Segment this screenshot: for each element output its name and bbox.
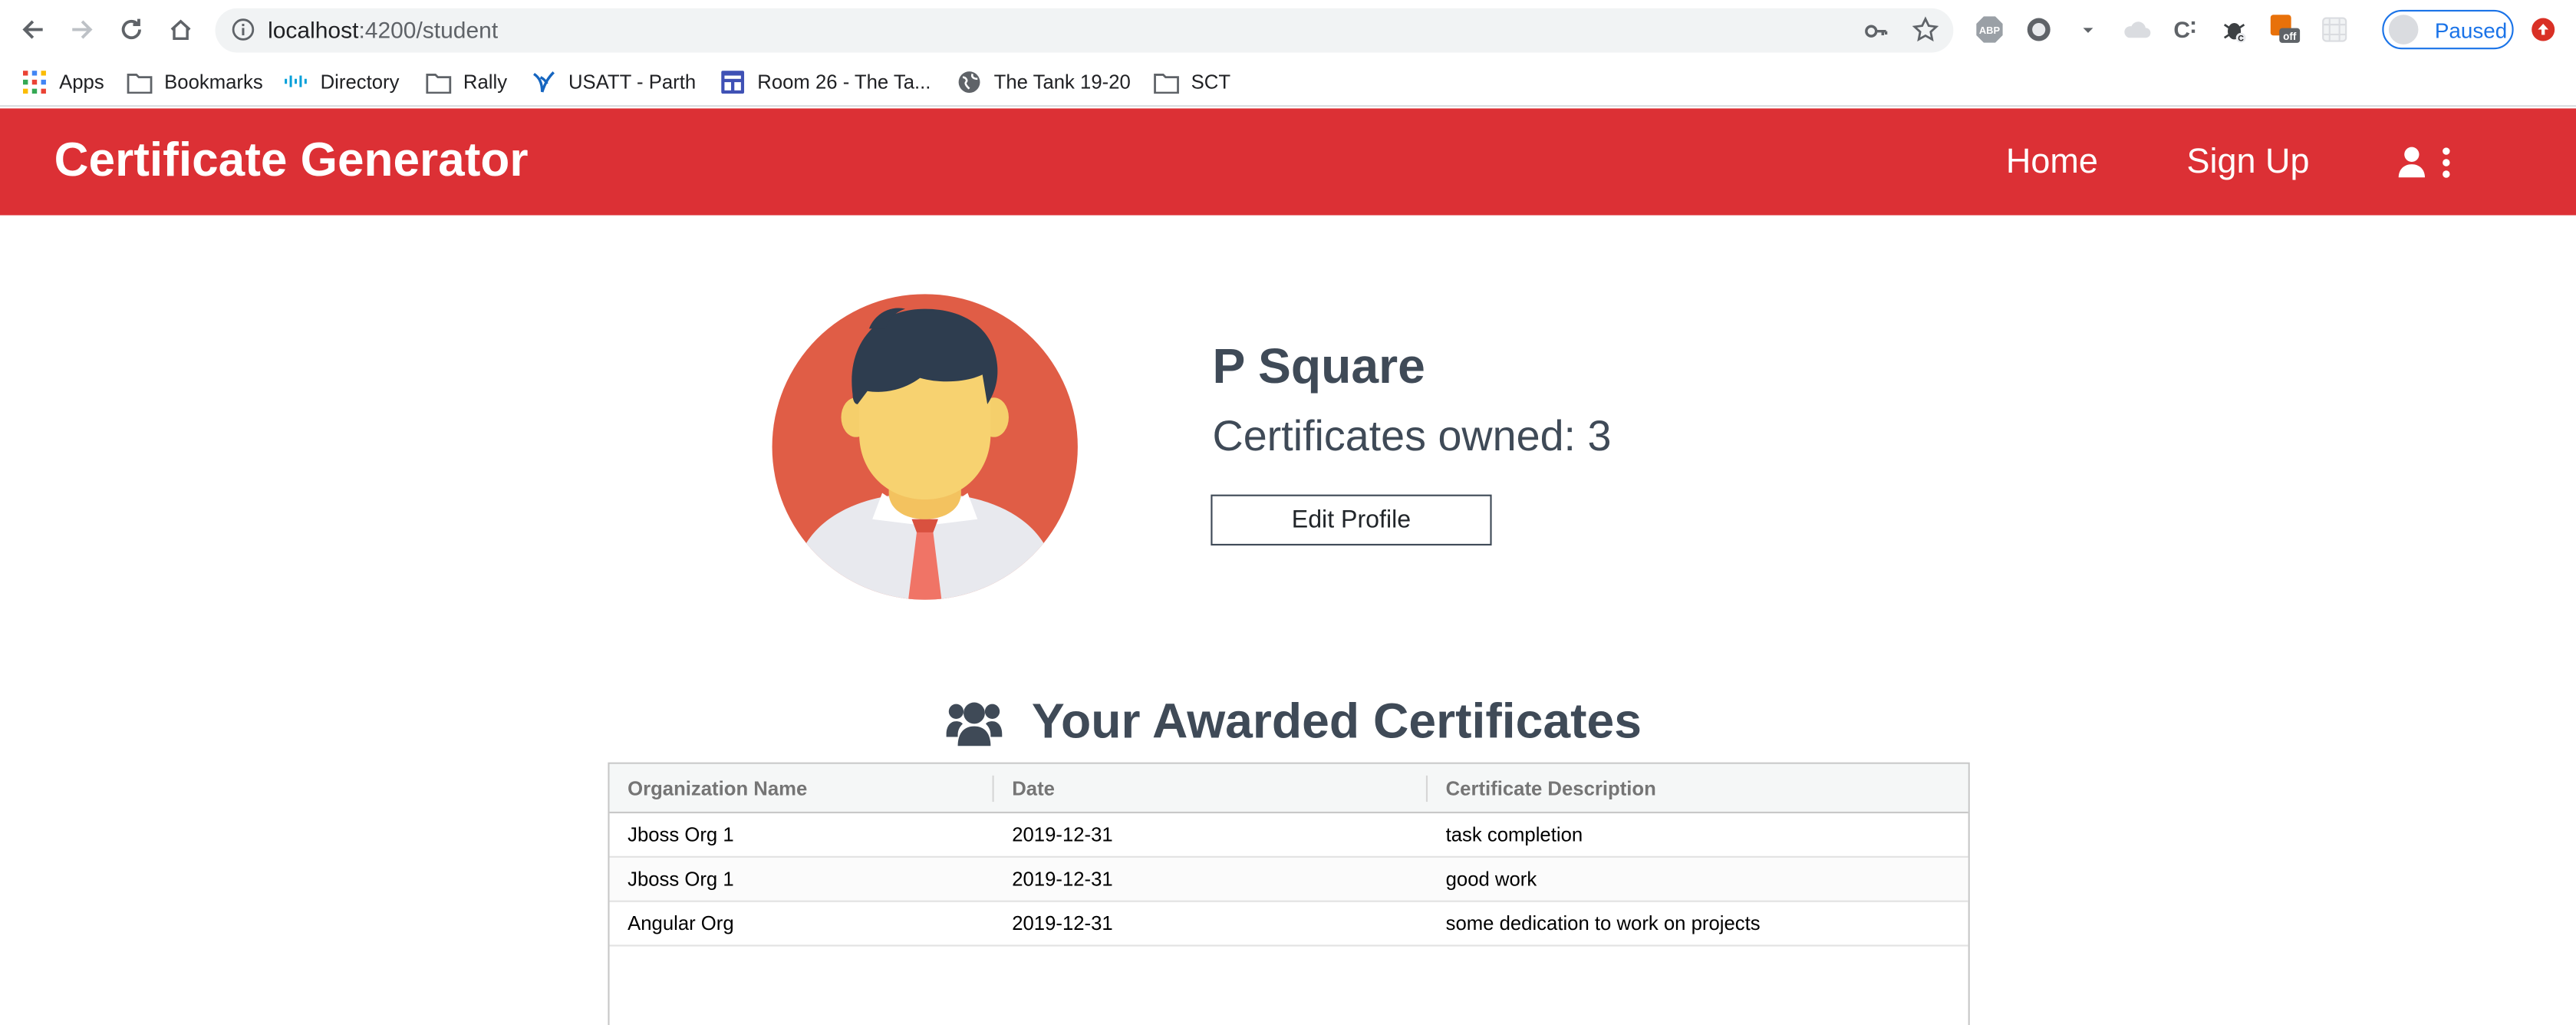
bookmark-apps[interactable]: Apps: [21, 68, 104, 97]
bookmark-label: Apps: [59, 71, 104, 94]
svg-text:C: C: [2238, 35, 2244, 44]
c-extension-icon[interactable]: C: [2170, 15, 2200, 44]
bug-extension-icon[interactable]: C: [2219, 15, 2249, 44]
user-icon: [2398, 147, 2450, 178]
app-header: Certificate Generator Home Sign Up: [0, 108, 2576, 216]
url-host: localhost: [268, 16, 359, 43]
svg-text:C: C: [2173, 18, 2190, 43]
bookmark-usatt[interactable]: USATT - Parth: [531, 68, 696, 97]
cisco-icon: [282, 71, 308, 94]
edit-profile-button[interactable]: Edit Profile: [1211, 494, 1492, 546]
column-header-description[interactable]: Certificate Description: [1446, 777, 1656, 800]
table-row[interactable]: Jboss Org 1 2019-12-31 task completion: [609, 813, 1968, 858]
back-arrow-icon[interactable]: [16, 13, 49, 46]
browser-toolbar: localhost:4200/student ABP C C off Pause…: [0, 0, 2576, 60]
bookmark-label: Directory: [320, 71, 400, 94]
certificates-table: Organization Name Date Certificate Descr…: [608, 762, 1970, 1025]
svg-text:off: off: [2283, 31, 2297, 42]
dark-reader-icon[interactable]: [2024, 15, 2054, 44]
profile-label: Paused: [2434, 17, 2508, 42]
cloud-extension-icon[interactable]: [2123, 15, 2153, 44]
classroom-icon: [720, 71, 746, 94]
off-extension-icon[interactable]: off: [2270, 15, 2301, 44]
home-icon[interactable]: [164, 13, 197, 46]
bookmark-bookmarks[interactable]: Bookmarks: [127, 68, 263, 97]
column-separator[interactable]: [992, 775, 994, 803]
cell-organization: Angular Org: [628, 911, 734, 935]
adblock-icon[interactable]: ABP: [1975, 15, 2004, 44]
nav-home-link[interactable]: Home: [2006, 143, 2098, 182]
brand-title[interactable]: Certificate Generator: [54, 135, 529, 190]
profile-avatar: [770, 292, 1079, 601]
certificates-heading: Your Awarded Certificates: [946, 694, 1642, 753]
usatt-icon: [531, 71, 557, 94]
bookmark-label: Rally: [463, 71, 508, 94]
svg-text:ABP: ABP: [1979, 25, 2001, 36]
cell-description: task completion: [1445, 822, 1583, 846]
profile-paused-button[interactable]: Paused: [2382, 9, 2514, 50]
certificates-heading-text: Your Awarded Certificates: [1031, 694, 1642, 750]
column-separator[interactable]: [1425, 775, 1428, 803]
bookmark-room-26[interactable]: Room 26 - The Ta...: [720, 68, 931, 97]
bookmark-rally[interactable]: Rally: [426, 68, 507, 97]
grid-extension-icon[interactable]: [2320, 15, 2350, 44]
bookmark-label: Room 26 - The Ta...: [757, 71, 931, 94]
bookmarks-bar: Apps Bookmarks Directory Rally USATT - P…: [0, 59, 2576, 107]
bookmark-directory[interactable]: Directory: [282, 68, 399, 97]
certificates-owned-count: Certificates owned: 3: [1212, 410, 1612, 460]
column-header-date[interactable]: Date: [1012, 777, 1055, 800]
bookmark-sct[interactable]: SCT: [1153, 68, 1230, 97]
table-row[interactable]: Angular Org 2019-12-31 some dedication t…: [609, 902, 1968, 947]
folder-icon: [426, 71, 452, 94]
cell-date: 2019-12-31: [1012, 822, 1113, 846]
bookmark-label: USATT - Parth: [568, 71, 697, 94]
url-text: localhost:4200/student: [268, 16, 498, 42]
cell-date: 2019-12-31: [1012, 867, 1113, 891]
address-bar[interactable]: localhost:4200/student: [215, 8, 1954, 53]
apps-grid-icon: [21, 71, 48, 94]
forward-arrow-icon[interactable]: [66, 13, 99, 46]
key-icon[interactable]: [1863, 18, 1889, 44]
site-info-icon[interactable]: [232, 18, 255, 41]
bookmark-label: SCT: [1191, 71, 1231, 94]
bookmark-the-tank[interactable]: The Tank 19-20: [956, 68, 1131, 97]
bookmark-star-icon[interactable]: [1912, 16, 1939, 42]
cell-description: good work: [1445, 867, 1537, 891]
folder-icon: [127, 71, 153, 94]
table-row[interactable]: Jboss Org 1 2019-12-31 good work: [609, 857, 1968, 902]
profile-avatar-icon: [2388, 15, 2419, 44]
users-group-icon: [946, 698, 1003, 747]
extension-dropdown-icon[interactable]: [2074, 15, 2103, 44]
cell-organization: Jboss Org 1: [628, 822, 734, 846]
update-arrow-icon[interactable]: [2532, 18, 2555, 41]
folder-icon: [1153, 71, 1179, 94]
nav-signup-link[interactable]: Sign Up: [2186, 143, 2309, 182]
url-path: :4200/student: [358, 16, 499, 43]
cell-description: some dedication to work on projects: [1445, 911, 1761, 935]
globe-icon: [956, 71, 982, 94]
column-header-organization[interactable]: Organization Name: [628, 777, 807, 800]
cell-organization: Jboss Org 1: [628, 867, 734, 891]
profile-name: P Square: [1212, 340, 1425, 394]
user-menu-button[interactable]: [2397, 147, 2456, 180]
bookmark-label: The Tank 19-20: [993, 71, 1131, 94]
reload-icon[interactable]: [115, 13, 148, 46]
bookmark-label: Bookmarks: [164, 71, 263, 94]
table-header: Organization Name Date Certificate Descr…: [609, 763, 1968, 814]
cell-date: 2019-12-31: [1012, 911, 1113, 935]
